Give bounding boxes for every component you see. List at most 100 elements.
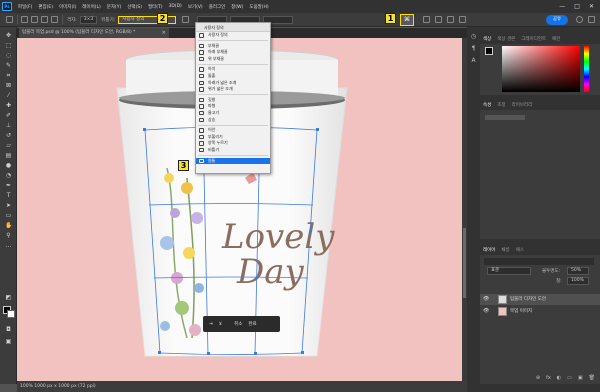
scrollbar-thumb[interactable]: [463, 228, 466, 298]
menu-3d[interactable]: 3D(D): [166, 4, 185, 9]
link-layers-icon[interactable]: ⊕: [536, 375, 540, 384]
split-horizontal-icon[interactable]: [51, 16, 58, 23]
layer-style-icon[interactable]: fx: [546, 375, 551, 384]
adjustment-layer-icon[interactable]: ◐: [557, 375, 561, 384]
dodge-tool-icon[interactable]: ◔: [5, 173, 12, 179]
healing-brush-tool-icon[interactable]: ✚: [5, 103, 12, 109]
tab-channels[interactable]: 채널: [498, 247, 512, 253]
warp-option-3-1[interactable]: 파형: [196, 103, 270, 110]
history-icon[interactable]: ◷: [469, 32, 478, 41]
foreground-color-preview[interactable]: [485, 47, 493, 55]
warp-option-2-0[interactable]: 아치: [196, 66, 270, 73]
split-warp-icon[interactable]: [31, 16, 38, 23]
search-icon[interactable]: [576, 16, 583, 23]
warp-option-5-0[interactable]: 원통: [196, 157, 270, 165]
share-button[interactable]: 공유: [546, 15, 568, 25]
reset-grid-icon[interactable]: ⊻: [219, 322, 222, 327]
color-picker-field[interactable]: [502, 46, 580, 92]
warp-option-2-1[interactable]: 돌출: [196, 73, 270, 80]
menu-type[interactable]: 문자(Y): [104, 4, 125, 10]
toggle-warp-transform-button[interactable]: ⌘: [400, 14, 414, 26]
hand-tool-icon[interactable]: ✋: [5, 223, 12, 229]
warp-option-3-2[interactable]: 물고기: [196, 110, 270, 117]
menu-select[interactable]: 선택(S): [124, 4, 145, 10]
cancel-transform-icon[interactable]: [435, 16, 442, 23]
history-brush-tool-icon[interactable]: ↺: [5, 133, 12, 139]
commit-transform-icon[interactable]: [447, 16, 454, 23]
layer-filter-bar[interactable]: [484, 258, 594, 265]
quick-select-tool-icon[interactable]: ✎: [5, 63, 12, 69]
tab-properties[interactable]: 속성: [480, 102, 494, 108]
frame-tool-icon[interactable]: ⊠: [5, 83, 12, 89]
lasso-tool-icon[interactable]: ◌: [5, 53, 12, 59]
opacity-field[interactable]: 50%: [567, 267, 589, 275]
trash-icon[interactable]: 🗑: [589, 375, 595, 384]
warp-option-4-2[interactable]: 양쪽 누르기: [196, 140, 270, 147]
transform-mode-icon[interactable]: [21, 16, 28, 23]
workspace-icon[interactable]: [588, 16, 595, 23]
warp-orientation-icon[interactable]: [182, 16, 190, 23]
visibility-eye-icon[interactable]: 👁: [483, 306, 489, 317]
brush-tool-icon[interactable]: ✐: [5, 113, 12, 119]
close-tab-icon[interactable]: ×: [162, 28, 166, 38]
menu-view[interactable]: 보기(V): [185, 4, 206, 10]
grid-select[interactable]: 3×3: [79, 15, 98, 24]
default-colors-icon[interactable]: ◩: [5, 295, 12, 301]
eraser-tool-icon[interactable]: ▱: [5, 143, 12, 149]
background-color-swatch[interactable]: [7, 310, 15, 318]
menu-file[interactable]: 파일(F): [15, 4, 35, 10]
tab-layers[interactable]: 레이어: [480, 247, 498, 253]
new-layer-icon[interactable]: ▣: [578, 375, 583, 384]
menu-help[interactable]: 도움말(H): [246, 4, 271, 10]
tab-adjustments[interactable]: 조정: [494, 102, 508, 108]
new-group-icon[interactable]: ▭: [567, 375, 572, 384]
tab-swatches[interactable]: 색상 견본: [494, 36, 518, 42]
warp-option-0-0[interactable]: 사용자 정의: [196, 32, 270, 39]
character-icon[interactable]: A: [469, 56, 478, 65]
menu-window[interactable]: 창(W): [228, 4, 246, 10]
blur-tool-icon[interactable]: ●: [5, 163, 12, 169]
clone-stamp-tool-icon[interactable]: ⊥: [5, 123, 12, 129]
more-tools-icon[interactable]: ···: [5, 245, 12, 251]
tab-libraries[interactable]: 라이브러리: [509, 102, 536, 108]
blend-mode-select[interactable]: 표준: [487, 267, 531, 275]
pen-tool-icon[interactable]: ✒: [5, 183, 12, 189]
marquee-tool-icon[interactable]: ⬚: [5, 43, 12, 49]
fill-field[interactable]: 100%: [567, 277, 589, 285]
tab-patterns[interactable]: 패턴: [549, 36, 563, 42]
maximize-button[interactable]: □: [574, 3, 580, 10]
warp-option-1-2[interactable]: 위 부채꼴: [196, 56, 270, 63]
layer-row[interactable]: 👁 텀블러 디자인 도안: [480, 294, 600, 305]
layer-row[interactable]: 👁 목업 이미지: [480, 306, 600, 317]
path-select-tool-icon[interactable]: ➤: [5, 203, 12, 209]
visibility-eye-icon[interactable]: 👁: [483, 294, 489, 305]
warp-option-3-3[interactable]: 상승: [196, 117, 270, 124]
gradient-tool-icon[interactable]: ▤: [5, 153, 12, 159]
document-tab[interactable]: 텀블러 목업.psd @ 100% (텀블러 디자인 도안, RGB/8) * …: [19, 28, 169, 38]
type-tool-icon[interactable]: T: [5, 193, 12, 199]
split-icon[interactable]: ⇥: [209, 322, 213, 327]
tab-paths[interactable]: 패스: [513, 247, 527, 253]
zoom-tool-icon[interactable]: ⚲: [5, 233, 12, 239]
tab-color[interactable]: 색상: [480, 36, 494, 42]
minimize-button[interactable]: —: [559, 3, 565, 10]
3d-mode-icon[interactable]: [459, 16, 466, 23]
hue-slider[interactable]: [584, 46, 589, 92]
eyedropper-tool-icon[interactable]: ⁄: [5, 93, 12, 99]
close-window-button[interactable]: ✕: [589, 3, 594, 10]
tab-gradients[interactable]: 그레이디언트: [518, 36, 549, 42]
shape-tool-icon[interactable]: ▭: [5, 213, 12, 219]
move-tool-icon[interactable]: ✥: [5, 33, 12, 39]
menu-image[interactable]: 이미지(I): [56, 4, 79, 10]
done-button[interactable]: 완료: [248, 321, 256, 327]
menu-plugins[interactable]: 플러그인: [206, 4, 229, 10]
warp-option-2-3[interactable]: 위가 넓은 조개: [196, 86, 270, 93]
split-vertical-icon[interactable]: [41, 16, 48, 23]
screen-mode-icon[interactable]: ▣: [5, 339, 12, 345]
menu-filter[interactable]: 필터(T): [145, 4, 166, 10]
menu-layer[interactable]: 레이어(L): [79, 4, 103, 10]
warp-option-1-1[interactable]: 아래 부채꼴: [196, 49, 270, 56]
home-icon[interactable]: [6, 16, 13, 23]
warp-option-4-3[interactable]: 비틀기: [196, 147, 270, 154]
warp-option-4-0[interactable]: 어안: [196, 127, 270, 134]
